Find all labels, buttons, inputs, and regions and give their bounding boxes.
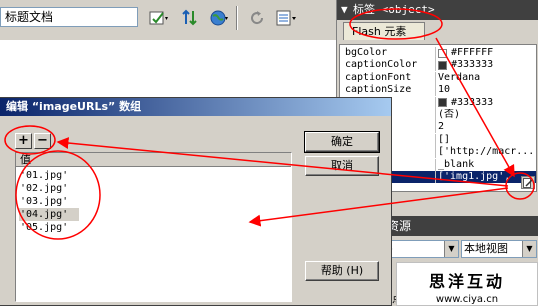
list-item[interactable]: '02.jpg'	[19, 182, 79, 195]
validate-icon[interactable]	[148, 7, 170, 29]
property-value: #333333	[451, 96, 494, 108]
column-divider	[435, 133, 436, 146]
property-value-cell[interactable]: Verdana	[438, 71, 536, 84]
property-value-cell[interactable]: 2	[438, 121, 536, 133]
property-row[interactable]: bgColor #FFFFFF	[340, 47, 536, 59]
tab-flash-element[interactable]: Flash 元素	[343, 22, 425, 40]
property-row[interactable]: captionFont Verdana	[340, 71, 536, 84]
property-value: (否)	[438, 109, 461, 120]
panel-header-label: 标签 <object>	[353, 3, 435, 16]
color-swatch[interactable]	[438, 48, 447, 58]
property-name: captionColor	[345, 59, 418, 71]
column-divider	[435, 121, 436, 134]
site-select[interactable]: o▼	[383, 240, 459, 258]
column-divider	[435, 71, 436, 84]
property-value: 10	[438, 84, 451, 96]
property-row[interactable]: captionSize 10	[340, 84, 536, 97]
property-value-cell[interactable]: #FFFFFF	[438, 47, 536, 59]
chevron-down-icon[interactable]: ▼	[444, 241, 458, 257]
column-divider	[435, 96, 436, 109]
property-value-cell[interactable]: (否)	[438, 109, 536, 121]
add-item-button[interactable]: +	[15, 133, 32, 149]
logo-title: 思洋互动	[428, 272, 505, 291]
watermark-logo: 思洋互动 www.ciya.cn	[396, 262, 538, 306]
value-list[interactable]: 值 '01.jpg' '02.jpg' '03.jpg' '04.jpg' '0…	[15, 152, 292, 302]
property-row[interactable]: captionColor #333333	[340, 59, 536, 72]
column-divider	[435, 59, 436, 72]
list-item[interactable]: '01.jpg'	[19, 169, 79, 182]
help-button[interactable]: 帮助 (H)	[305, 261, 379, 281]
property-value: []	[438, 133, 451, 145]
column-divider	[435, 171, 436, 183]
expand-triangle-icon[interactable]: ▼	[341, 0, 348, 20]
property-name: captionSize	[345, 84, 412, 96]
column-divider	[435, 109, 436, 121]
view-select-value: 本地视图	[464, 242, 508, 255]
file-management-icon[interactable]	[180, 7, 202, 29]
property-value-cell[interactable]: []	[438, 133, 536, 146]
column-divider	[435, 47, 436, 59]
browser-preview-icon[interactable]	[208, 7, 230, 29]
edit-array-icon[interactable]	[521, 176, 535, 189]
property-name: bgColor	[345, 47, 388, 58]
property-value: #FFFFFF	[451, 47, 494, 58]
property-value: #333333	[451, 59, 494, 71]
logo-url: www.ciya.cn	[435, 294, 499, 305]
property-value-cell[interactable]: _blank	[438, 158, 536, 171]
property-value-cell[interactable]: ['http://macr...	[438, 146, 536, 158]
property-value-cell[interactable]: #333333	[438, 59, 536, 71]
property-value: ['img1.jpg',	[438, 171, 511, 182]
view-select[interactable]: 本地视图 ▼	[461, 240, 537, 258]
panel-header[interactable]: ▼ 标签 <object>	[337, 0, 538, 20]
column-divider	[435, 158, 436, 171]
ok-button[interactable]: 确定	[304, 131, 380, 153]
dialog-title: 编辑 “imageURLs” 数组	[0, 98, 391, 116]
property-value: 2	[438, 121, 445, 133]
list-item[interactable]: '05.jpg'	[19, 221, 79, 234]
property-value: ['http://macr...	[438, 146, 535, 158]
chevron-down-icon[interactable]: ▼	[522, 241, 536, 257]
color-swatch[interactable]	[438, 98, 447, 108]
refresh-icon[interactable]	[246, 7, 268, 29]
column-divider	[435, 146, 436, 159]
cancel-button[interactable]: 取消	[305, 156, 379, 176]
list-item[interactable]: '04.jpg'	[19, 208, 79, 221]
value-column-header: 值	[16, 153, 291, 167]
property-name: captionFont	[345, 71, 412, 83]
document-toolbar: 标题文档	[0, 0, 340, 40]
property-value-cell[interactable]: #333333	[438, 96, 536, 109]
property-value-cell[interactable]: 10	[438, 84, 536, 96]
property-value: _blank	[438, 158, 475, 170]
list-item[interactable]: '03.jpg'	[19, 195, 79, 208]
remove-item-button[interactable]: −	[34, 133, 51, 149]
view-options-icon[interactable]	[276, 7, 298, 29]
document-title-input[interactable]: 标题文档	[0, 7, 138, 27]
color-swatch[interactable]	[438, 60, 447, 70]
property-value: Verdana	[438, 71, 481, 83]
toolbar-separator	[236, 6, 238, 30]
column-divider	[435, 84, 436, 97]
edit-array-dialog: 编辑 “imageURLs” 数组 + − 值 '01.jpg' '02.jpg…	[0, 97, 392, 306]
